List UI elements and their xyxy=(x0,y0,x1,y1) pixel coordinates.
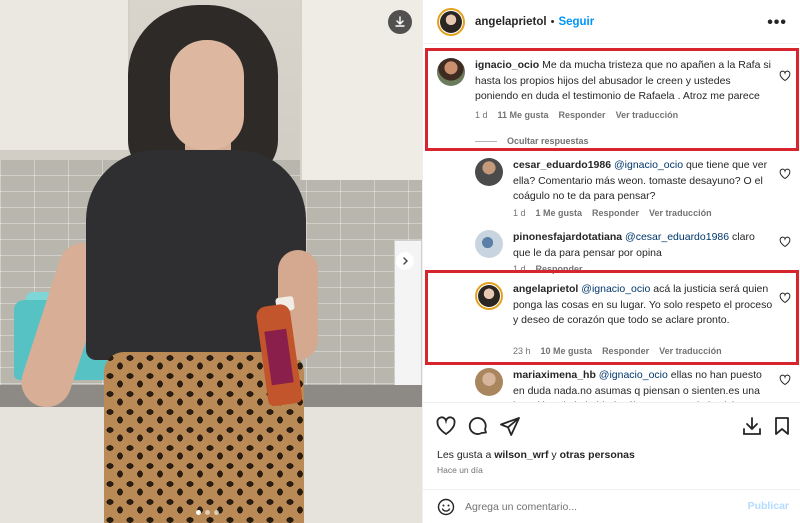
comment-mention[interactable]: @ignacio_ocio xyxy=(599,369,668,381)
likes-conj: y xyxy=(551,449,557,461)
translate-button[interactable]: Ver traducción xyxy=(659,346,722,356)
divider xyxy=(475,140,497,142)
post-comment-button[interactable]: Publicar xyxy=(748,500,789,512)
post-actions: Les gusta a wilson_wrf y otras personas … xyxy=(423,402,800,522)
emoji-icon[interactable] xyxy=(437,498,455,516)
comment-username[interactable]: cesar_eduardo1986 xyxy=(513,159,611,171)
comment-item: cesar_eduardo1986 @ignacio_ocio que tien… xyxy=(423,156,800,226)
comment-text: mariaximena_hb @ignacio_ocio ellas no ha… xyxy=(513,368,775,402)
upper-cabinet xyxy=(0,0,130,150)
hide-replies-label: Ocultar respuestas xyxy=(507,136,589,146)
heart-icon[interactable] xyxy=(435,415,457,437)
reply-button[interactable]: Responder xyxy=(592,208,639,218)
download-button[interactable] xyxy=(388,10,412,34)
likes-prefix: Les gusta a xyxy=(437,449,492,461)
post-time[interactable]: Hace un día xyxy=(437,465,483,475)
translate-button[interactable]: Ver traducción xyxy=(616,110,679,120)
person-face xyxy=(170,40,244,150)
comment-age[interactable]: 1 d xyxy=(513,208,526,218)
hide-replies-button[interactable]: Ocultar respuestas xyxy=(475,136,589,146)
comment-item: ignacio_ocio Me da mucha tristeza que no… xyxy=(423,50,800,146)
heart-icon[interactable] xyxy=(779,374,791,386)
comment-likes[interactable]: 10 Me gusta xyxy=(541,346,593,356)
carousel-dot xyxy=(196,510,201,515)
comment-username[interactable]: ignacio_ocio xyxy=(475,59,539,71)
more-icon[interactable]: ••• xyxy=(767,14,787,32)
comment-age[interactable]: 23 h xyxy=(513,346,531,356)
post-username[interactable]: angelaprietol xyxy=(475,16,547,28)
comment-input[interactable] xyxy=(465,498,735,516)
comment-mention[interactable]: @cesar_eduardo1986 xyxy=(625,231,729,243)
reply-button[interactable]: Responder xyxy=(536,264,583,274)
next-image-button[interactable] xyxy=(396,252,414,270)
translate-button[interactable]: Ver traducción xyxy=(649,208,712,218)
comment-mention[interactable]: @ignacio_ocio xyxy=(581,283,650,295)
comment-age[interactable]: 1 d xyxy=(513,264,526,274)
add-comment-bar: Publicar xyxy=(423,489,800,523)
likes-user[interactable]: wilson_wrf xyxy=(494,449,548,461)
comment-mention[interactable]: @ignacio_ocio xyxy=(614,159,683,171)
download-icon[interactable] xyxy=(741,415,763,437)
comment-text: cesar_eduardo1986 @ignacio_ocio que tien… xyxy=(513,158,775,205)
comment-text: ignacio_ocio Me da mucha tristeza que no… xyxy=(475,58,775,105)
heart-icon[interactable] xyxy=(779,168,791,180)
comment-text: pinonesfajardotatiana @cesar_eduardo1986… xyxy=(513,230,775,261)
avatar[interactable] xyxy=(475,282,503,310)
comment-username[interactable]: mariaximena_hb xyxy=(513,369,596,381)
avatar[interactable] xyxy=(437,58,465,86)
post-photo[interactable] xyxy=(0,0,422,523)
avatar[interactable] xyxy=(475,158,503,186)
carousel-dot xyxy=(205,510,210,515)
reply-button[interactable]: Responder xyxy=(559,110,606,120)
comment-username[interactable]: angelaprietol xyxy=(513,283,578,295)
chevron-right-icon xyxy=(403,257,408,265)
avatar[interactable] xyxy=(475,368,503,396)
comment-meta: 1 d Responder xyxy=(513,264,583,274)
reply-button[interactable]: Responder xyxy=(602,346,649,356)
follow-button[interactable]: Seguir xyxy=(558,16,594,28)
heart-icon[interactable] xyxy=(779,292,791,304)
comment-text: angelaprietol @ignacio_ocio acá la justi… xyxy=(513,282,775,329)
separator-dot: • xyxy=(550,15,555,28)
avatar[interactable] xyxy=(475,230,503,258)
comment-item: pinonesfajardotatiana @cesar_eduardo1986… xyxy=(423,228,800,274)
save-icon[interactable] xyxy=(771,415,793,437)
comment-item: angelaprietol @ignacio_ocio acá la justi… xyxy=(423,278,800,364)
share-icon[interactable] xyxy=(499,415,521,437)
comment-likes[interactable]: 11 Me gusta xyxy=(498,110,549,120)
post-header: angelaprietol • Seguir ••• xyxy=(423,0,800,44)
comment-meta: 1 d 11 Me gusta Responder Ver traducción xyxy=(475,110,678,120)
heart-icon[interactable] xyxy=(779,70,791,82)
download-icon xyxy=(395,16,405,27)
avatar[interactable] xyxy=(437,7,465,36)
comment-likes[interactable]: 1 Me gusta xyxy=(536,208,583,218)
heart-icon[interactable] xyxy=(779,236,791,248)
comment-age[interactable]: 1 d xyxy=(475,110,488,120)
post-side-panel: angelaprietol • Seguir ••• ignacio_ocio … xyxy=(422,0,800,523)
likes-summary[interactable]: Les gusta a wilson_wrf y otras personas xyxy=(437,449,635,461)
comment-meta: 23 h 10 Me gusta Responder Ver traducció… xyxy=(513,346,722,356)
comment-item: mariaximena_hb @ignacio_ocio ellas no ha… xyxy=(423,366,800,402)
comments-list[interactable]: ignacio_ocio Me da mucha tristeza que no… xyxy=(423,44,800,402)
carousel-dot xyxy=(214,510,219,515)
carousel-dots xyxy=(196,510,219,515)
comment-meta: 1 d 1 Me gusta Responder Ver traducción xyxy=(513,208,712,218)
comment-icon[interactable] xyxy=(467,415,489,437)
comment-username[interactable]: pinonesfajardotatiana xyxy=(513,231,622,243)
likes-others[interactable]: otras personas xyxy=(560,449,635,461)
